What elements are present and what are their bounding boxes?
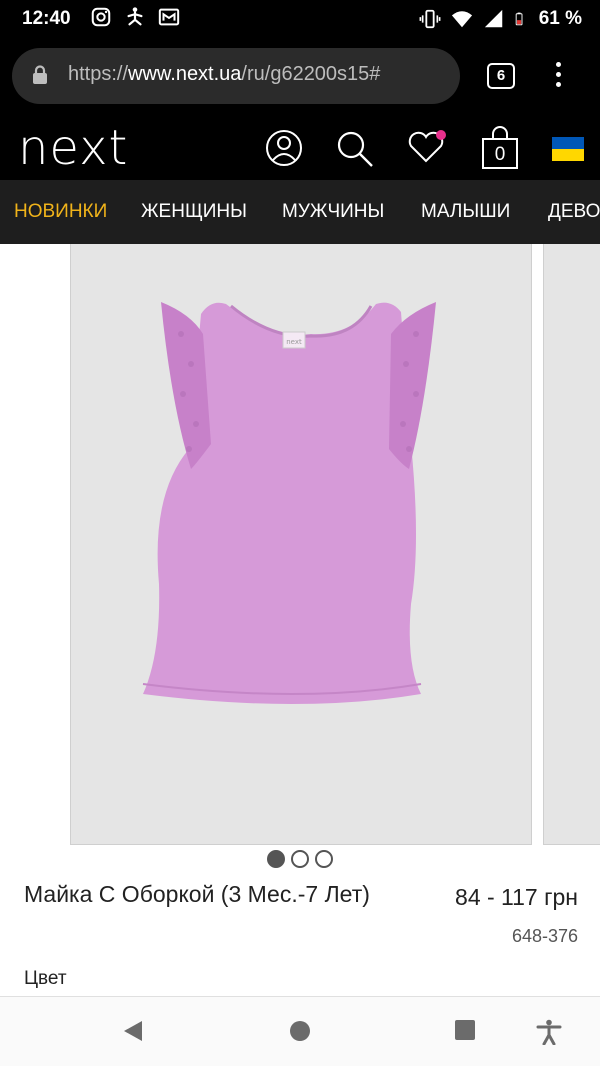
account-icon[interactable]: [264, 128, 304, 168]
cart-count: 0: [494, 144, 506, 165]
instagram-icon: [91, 7, 111, 27]
wishlist-icon[interactable]: [406, 128, 446, 168]
wifi-icon: [451, 11, 472, 28]
ukraine-flag-icon[interactable]: [552, 137, 584, 161]
site-header: next 0: [0, 118, 600, 180]
accessibility-icon[interactable]: [536, 1019, 562, 1045]
gallery-dot-1[interactable]: [267, 850, 285, 868]
address-bar[interactable]: https://www.next.ua/ru/g62200s15#: [12, 48, 460, 104]
product-image[interactable]: next: [70, 244, 532, 845]
status-time: 12:40: [22, 8, 71, 29]
nav-item-men[interactable]: МУЖЧИНЫ: [282, 201, 384, 223]
site-logo[interactable]: next: [18, 120, 128, 176]
tab-switcher-button[interactable]: 6: [487, 63, 515, 89]
vibrate-icon: [419, 9, 441, 29]
garment-label-tag: next: [286, 338, 302, 346]
lock-icon: [33, 65, 47, 84]
gallery-pagination: [267, 850, 333, 868]
tank-top-illustration: next: [142, 302, 436, 704]
gallery-dot-3[interactable]: [315, 850, 333, 868]
home-icon[interactable]: [288, 1019, 312, 1043]
yoga-icon: [127, 7, 143, 26]
product-title: Майка С Оборкой (3 Мес.-7 Лет): [24, 881, 370, 907]
nav-item-women[interactable]: ЖЕНЩИНЫ: [141, 201, 247, 223]
nav-item-babies[interactable]: МАЛЫШИ: [421, 201, 510, 223]
browser-toolbar: https://www.next.ua/ru/g62200s15# 6: [0, 38, 600, 118]
product-sku: 648-376: [511, 926, 578, 946]
product-price: 84 - 117 грн: [455, 884, 578, 910]
search-icon[interactable]: [334, 128, 374, 168]
nav-item-girls[interactable]: ДЕВО: [548, 201, 600, 223]
gmail-icon: [158, 8, 180, 26]
cart-button[interactable]: 0: [480, 126, 520, 170]
signal-icon: [484, 9, 502, 28]
nav-item-new[interactable]: НОВИНКИ: [14, 201, 107, 223]
browser-menu-icon[interactable]: [548, 62, 568, 92]
recents-icon[interactable]: [454, 1019, 476, 1041]
next-product-image[interactable]: [543, 244, 600, 845]
category-nav: НОВИНКИ ЖЕНЩИНЫ МУЖЧИНЫ МАЛЫШИ ДЕВО: [0, 180, 600, 244]
url-text[interactable]: https://www.next.ua/ru/g62200s15#: [68, 63, 452, 86]
system-nav-bar: [0, 996, 600, 1066]
back-icon[interactable]: [122, 1019, 144, 1043]
status-bar: 12:40 61 %: [0, 0, 600, 38]
battery-icon: [515, 12, 523, 26]
product-gallery[interactable]: next: [0, 244, 600, 846]
gallery-dot-2[interactable]: [291, 850, 309, 868]
color-label: Цвет: [24, 968, 67, 989]
battery-percent: 61 %: [538, 8, 582, 29]
